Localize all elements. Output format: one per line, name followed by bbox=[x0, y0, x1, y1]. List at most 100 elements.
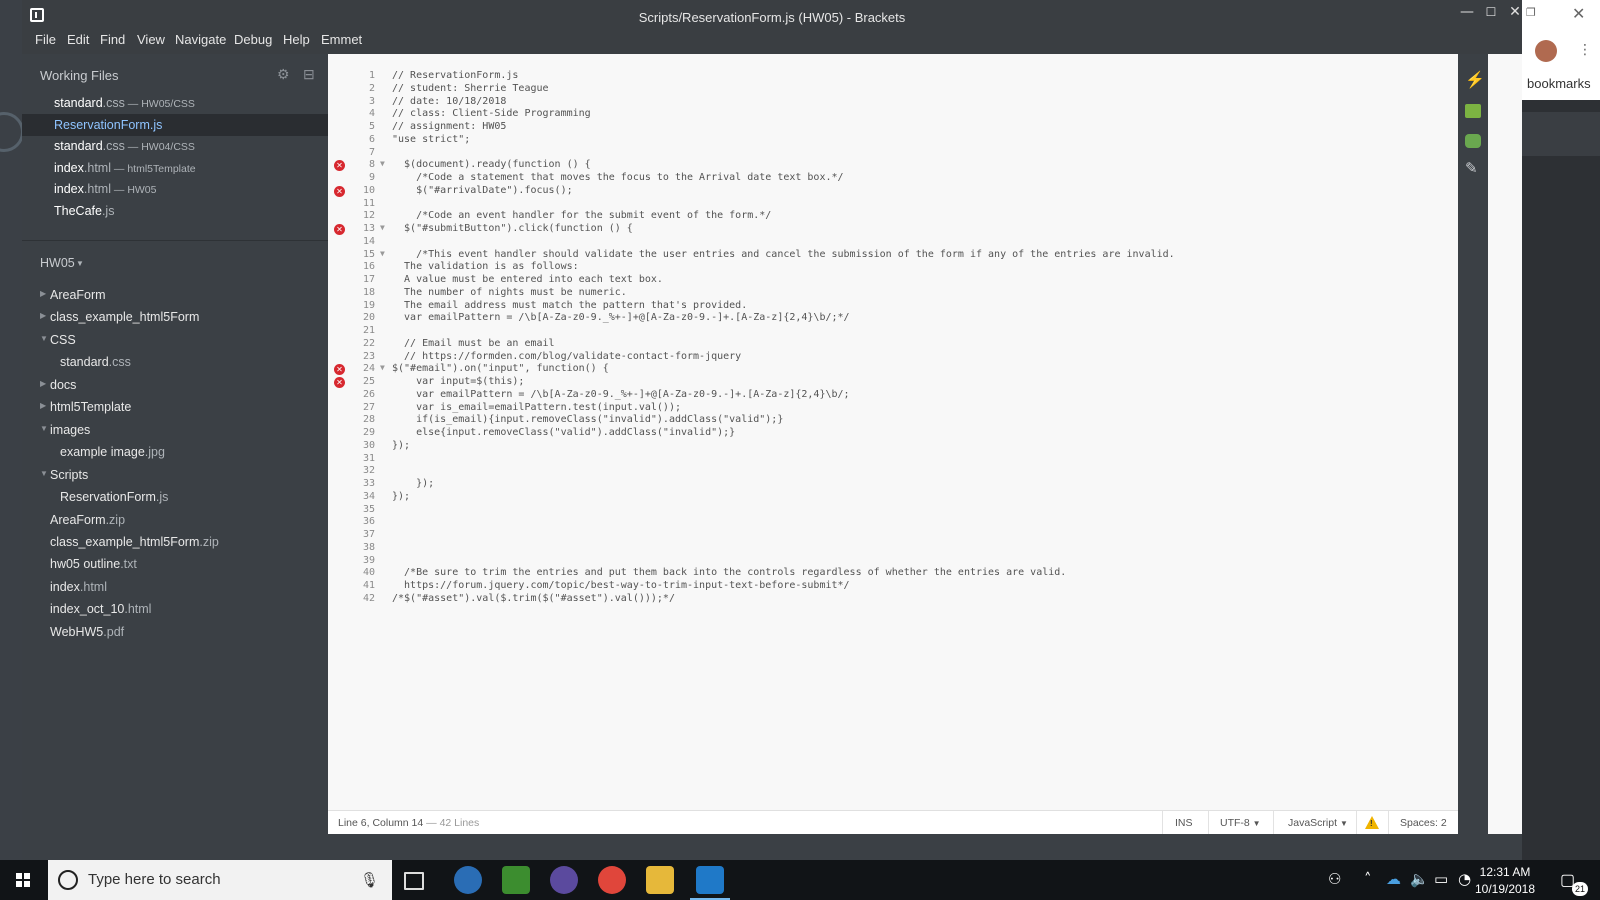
code-line[interactable]: 22 // Email must be an email bbox=[328, 338, 1448, 351]
code-line[interactable]: 30}); bbox=[328, 440, 1448, 453]
app-icon[interactable] bbox=[550, 866, 578, 894]
task-view-icon[interactable] bbox=[404, 872, 424, 890]
chevron-right-icon[interactable]: ▶ bbox=[40, 289, 46, 298]
fold-toggle-icon[interactable]: ▼ bbox=[380, 159, 385, 168]
code-line[interactable]: 40 /*Be sure to trim the entries and put… bbox=[328, 567, 1448, 580]
onedrive-icon[interactable]: ☁ bbox=[1386, 870, 1401, 888]
background-profile-avatar[interactable] bbox=[1535, 40, 1557, 62]
code-line[interactable]: 32 bbox=[328, 465, 1448, 478]
clock-date[interactable]: 10/19/2018 bbox=[1465, 882, 1545, 896]
code-line[interactable]: 18 The number of nights must be numeric. bbox=[328, 287, 1448, 300]
code-line[interactable]: 20 var emailPattern = /\b[A-Za-z0-9._%+-… bbox=[328, 312, 1448, 325]
code-line[interactable]: 35 bbox=[328, 504, 1448, 517]
tree-file[interactable]: index_oct_10.html bbox=[22, 598, 328, 620]
working-file-item[interactable]: ReservationForm.js bbox=[22, 113, 328, 136]
project-dropdown[interactable]: HW05 bbox=[40, 256, 75, 270]
chevron-up-icon[interactable]: ˄ bbox=[1364, 870, 1372, 888]
working-file-item[interactable]: standard.css — HW05/CSS bbox=[22, 92, 328, 114]
gear-icon[interactable]: ⚙ bbox=[277, 66, 290, 83]
clock-time[interactable]: 12:31 AM bbox=[1465, 865, 1545, 879]
working-file-item[interactable]: index.html — html5Template bbox=[22, 157, 328, 179]
menu-navigate[interactable]: Navigate bbox=[175, 32, 226, 47]
menu-debug[interactable]: Debug bbox=[234, 32, 272, 47]
tree-folder[interactable]: ▼ CSS bbox=[22, 329, 328, 351]
people-icon[interactable]: ⚇ bbox=[1328, 870, 1341, 888]
code-line[interactable]: 6 "use strict"; bbox=[328, 134, 1448, 147]
language-dropdown[interactable]: JavaScript ▼ bbox=[1288, 817, 1348, 829]
code-line[interactable]: ✕ 24 ▼ $("#email").on("input", function() { bbox=[328, 363, 1448, 376]
start-button[interactable] bbox=[0, 860, 46, 900]
working-file-item[interactable]: index.html — HW05 bbox=[22, 178, 328, 200]
code-line[interactable]: ✕ 25 var input=$(this); bbox=[328, 376, 1448, 389]
code-line[interactable]: 31 bbox=[328, 453, 1448, 466]
extension-gift-icon[interactable] bbox=[1465, 134, 1481, 148]
tree-file[interactable]: AreaForm.zip bbox=[22, 509, 328, 531]
volume-icon[interactable]: 🔈 bbox=[1410, 870, 1429, 888]
magic-wand-icon[interactable]: ✎ bbox=[1465, 161, 1481, 176]
chevron-down-icon[interactable]: ▼ bbox=[76, 259, 84, 268]
code-editor[interactable]: 1 // ReservationForm.js 2 // student: Sherr… bbox=[328, 56, 1458, 810]
fold-toggle-icon[interactable]: ▼ bbox=[380, 223, 385, 232]
chrome-icon[interactable] bbox=[598, 866, 626, 894]
microphone-icon[interactable]: 🎙 bbox=[360, 871, 379, 889]
menu-view[interactable]: View bbox=[137, 32, 165, 47]
fold-toggle-icon[interactable]: ▼ bbox=[380, 249, 385, 258]
menu-edit[interactable]: Edit bbox=[67, 32, 89, 47]
code-line[interactable]: 23 // https://formden.com/blog/validate-… bbox=[328, 351, 1448, 364]
code-line[interactable]: 1 // ReservationForm.js bbox=[328, 70, 1448, 83]
code-line[interactable]: ✕ 10 $("#arrivalDate").focus(); bbox=[328, 185, 1448, 198]
chevron-right-icon[interactable]: ▶ bbox=[40, 379, 46, 388]
code-line[interactable]: 15 ▼ /*This event handler should validate… bbox=[328, 249, 1448, 262]
encoding-dropdown[interactable]: UTF-8 ▼ bbox=[1220, 817, 1261, 829]
brackets-taskbar-icon[interactable] bbox=[690, 866, 730, 900]
tree-folder[interactable]: ▶ class_example_html5Form bbox=[22, 306, 328, 328]
tree-folder[interactable]: ▼ Scripts bbox=[22, 464, 328, 486]
code-line[interactable]: 7 bbox=[328, 147, 1448, 160]
chevron-down-icon[interactable]: ▼ bbox=[40, 424, 48, 433]
extension-manager-icon[interactable] bbox=[1465, 104, 1481, 118]
code-line[interactable]: 3 // date: 10/18/2018 bbox=[328, 96, 1448, 109]
code-line[interactable]: 11 bbox=[328, 198, 1448, 211]
network-icon[interactable]: ▭ bbox=[1434, 870, 1448, 888]
code-line[interactable]: 17 A value must be entered into each tex… bbox=[328, 274, 1448, 287]
live-preview-icon[interactable]: ⚡ bbox=[1465, 73, 1485, 89]
code-line[interactable]: 39 bbox=[328, 555, 1448, 568]
tree-file[interactable]: class_example_html5Form.zip bbox=[22, 531, 328, 553]
tree-file[interactable]: index.html bbox=[22, 576, 328, 598]
code-line[interactable]: ✕ 13 ▼ $("#submitButton").click(function (… bbox=[328, 223, 1448, 236]
file-explorer-icon[interactable] bbox=[646, 866, 674, 894]
tree-folder[interactable]: ▶ docs bbox=[22, 374, 328, 396]
code-line[interactable]: 26 var emailPattern = /\b[A-Za-z0-9._%+-… bbox=[328, 389, 1448, 402]
code-line[interactable]: 28 if(is_email){input.removeClass("inval… bbox=[328, 414, 1448, 427]
background-bookmarks-label[interactable]: bookmarks bbox=[1527, 76, 1591, 91]
tree-file[interactable]: ReservationForm.js bbox=[22, 486, 328, 508]
chevron-down-icon[interactable]: ▼ bbox=[40, 469, 48, 478]
tree-folder[interactable]: ▼ images bbox=[22, 419, 328, 441]
taskbar-search[interactable]: Type here to search 🎙 bbox=[48, 860, 392, 900]
chevron-right-icon[interactable]: ▶ bbox=[40, 311, 46, 320]
code-line[interactable]: 33 }); bbox=[328, 478, 1448, 491]
maximize-icon[interactable]: ☐ bbox=[1478, 5, 1504, 19]
code-line[interactable]: 38 bbox=[328, 542, 1448, 555]
chevron-right-icon[interactable]: ▶ bbox=[40, 401, 46, 410]
ins-toggle[interactable]: INS bbox=[1175, 817, 1193, 829]
minimize-icon[interactable]: — bbox=[1454, 4, 1480, 20]
spreadsheet-app-icon[interactable] bbox=[502, 866, 530, 894]
working-file-item[interactable]: standard.css — HW04/CSS bbox=[22, 135, 328, 157]
code-line[interactable]: 27 var is_email=emailPattern.test(input.… bbox=[328, 402, 1448, 415]
menu-find[interactable]: Find bbox=[100, 32, 125, 47]
code-line[interactable]: 4 // class: Client-Side Programming bbox=[328, 108, 1448, 121]
linter-warning-icon[interactable]: ! bbox=[1365, 816, 1379, 829]
tree-file[interactable]: standard.css bbox=[22, 351, 328, 373]
tree-folder[interactable]: ▶ AreaForm bbox=[22, 284, 328, 306]
menu-file[interactable]: File bbox=[35, 32, 56, 47]
tree-file[interactable]: hw05 outline.txt bbox=[22, 553, 328, 575]
menu-help[interactable]: Help bbox=[283, 32, 310, 47]
code-line[interactable]: 42 /*$("#asset").val($.trim($("#asset").v… bbox=[328, 593, 1448, 606]
code-line[interactable]: 21 bbox=[328, 325, 1448, 338]
tree-file[interactable]: WebHW5.pdf bbox=[22, 621, 328, 643]
background-menu-icon[interactable]: ⋮ bbox=[1578, 42, 1592, 58]
background-close-icon[interactable]: ✕ bbox=[1572, 4, 1585, 23]
code-line[interactable]: 36 bbox=[328, 516, 1448, 529]
code-line[interactable]: 41 https://forum.jquery.com/topic/best-w… bbox=[328, 580, 1448, 593]
